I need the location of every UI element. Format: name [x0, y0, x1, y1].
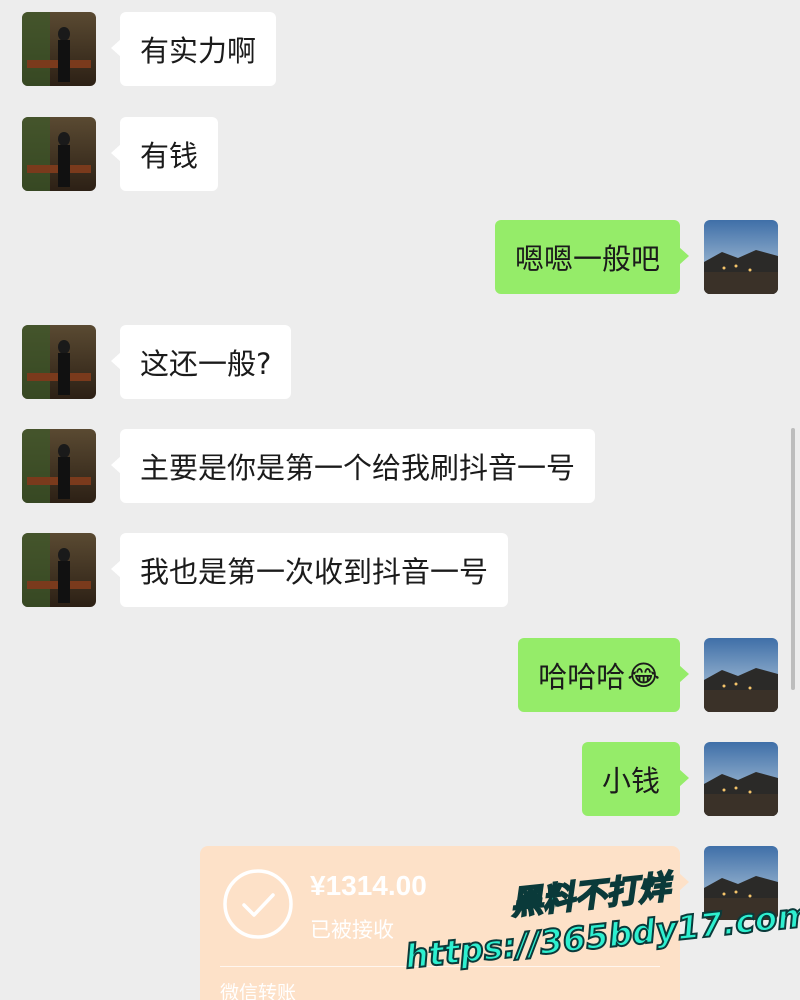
contact-avatar[interactable] [22, 325, 96, 399]
message-bubble[interactable]: 有实力啊 [110, 12, 277, 86]
message-row: 哈哈哈 😂 [0, 638, 800, 718]
message-bubble[interactable]: 有钱 [110, 117, 219, 191]
message-row: 这还一般? [0, 325, 800, 405]
my-avatar[interactable] [704, 220, 778, 294]
contact-avatar[interactable] [22, 12, 96, 86]
check-circle-icon [223, 869, 293, 939]
message-bubble[interactable]: 主要是你是第一个给我刷抖音一号 [110, 429, 596, 503]
my-avatar[interactable] [704, 638, 778, 712]
laughing-tears-emoji-icon: 😂 [627, 658, 660, 692]
my-avatar[interactable] [704, 846, 778, 920]
message-row: 嗯嗯一般吧 [0, 220, 800, 300]
transfer-label: 微信转账 [220, 982, 297, 1000]
message-bubble[interactable]: 这还一般? [110, 325, 292, 399]
message-bubble[interactable]: 嗯嗯一般吧 [494, 220, 690, 294]
message-row: 主要是你是第一个给我刷抖音一号 [0, 429, 800, 509]
message-bubble[interactable]: 哈哈哈 😂 [518, 638, 689, 712]
contact-avatar[interactable] [22, 429, 96, 503]
my-avatar[interactable] [704, 742, 778, 816]
transfer-card[interactable]: ¥1314.00 已被接收 微信转账 [200, 846, 689, 1000]
transfer-amount: ¥1314.00 [310, 870, 427, 901]
message-row: 我也是第一次收到抖音一号 [0, 533, 800, 613]
message-bubble[interactable]: 我也是第一次收到抖音一号 [110, 533, 509, 607]
scrollbar[interactable] [791, 428, 795, 690]
contact-avatar[interactable] [22, 117, 96, 191]
message-row: 有钱 [0, 117, 800, 197]
message-row: 小钱 [0, 742, 800, 822]
chat-view: 有实力啊 有钱 嗯嗯一般吧 这还一般? 主要是你是第一个给我刷抖音一号 我也是第… [0, 0, 800, 1000]
contact-avatar[interactable] [22, 533, 96, 607]
message-row: 有实力啊 [0, 12, 800, 92]
transfer-status: 已被接收 [310, 918, 394, 942]
message-bubble[interactable]: 小钱 [581, 742, 690, 816]
message-text: 哈哈哈 [538, 660, 626, 694]
divider [220, 966, 660, 967]
